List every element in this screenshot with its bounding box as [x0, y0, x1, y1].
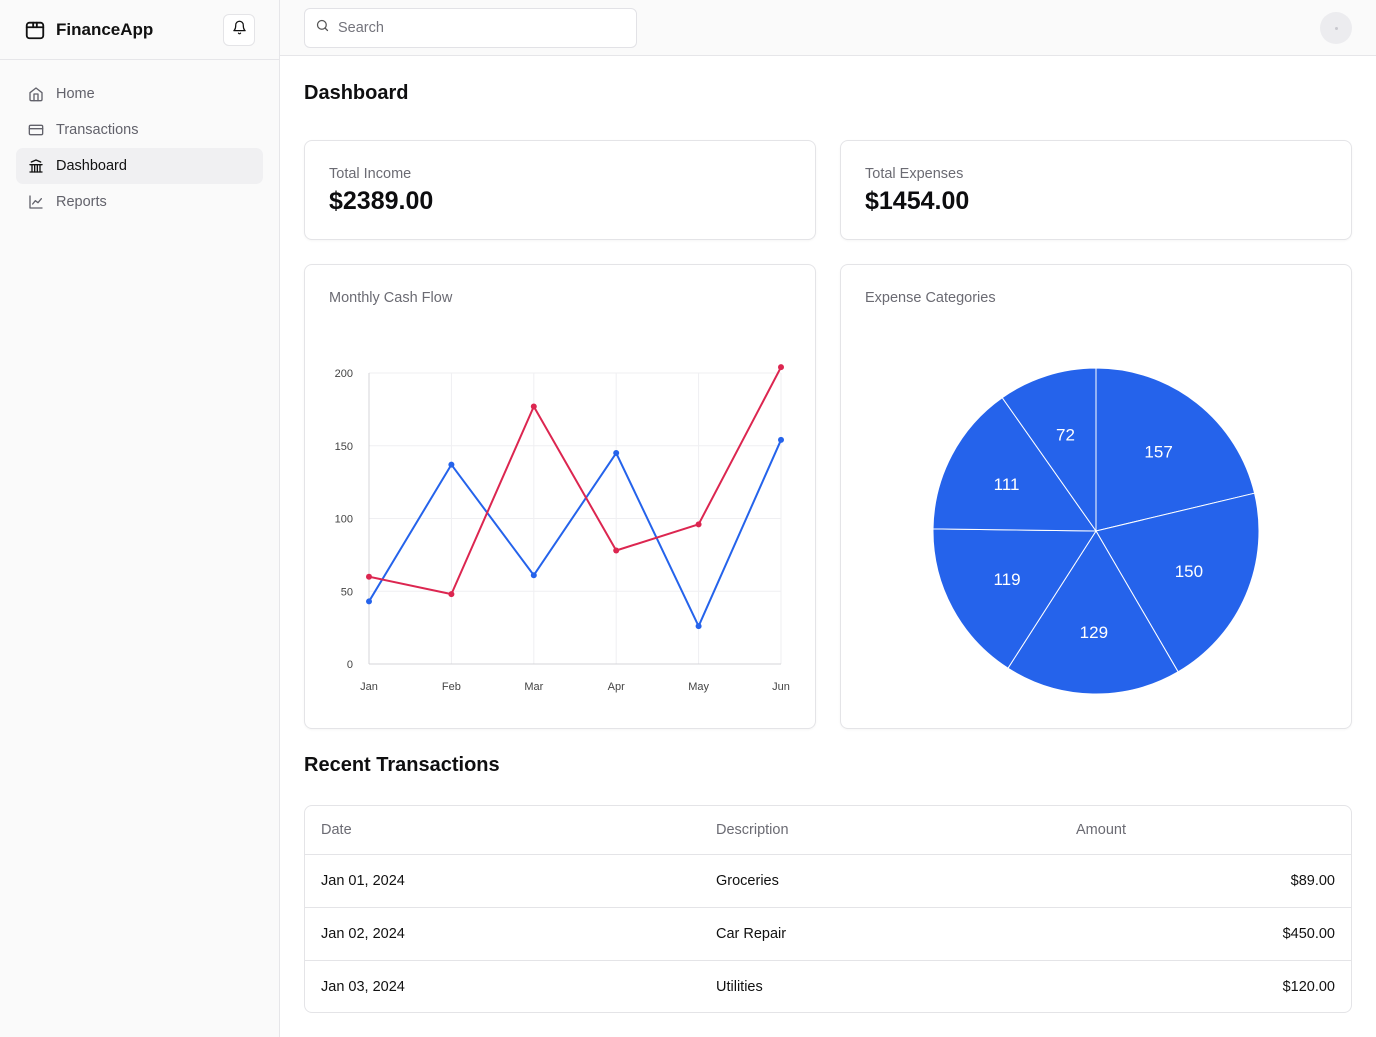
sidebar-item-label: Dashboard [56, 158, 127, 174]
cell-date: Jan 01, 2024 [305, 854, 700, 908]
data-point [366, 598, 372, 605]
line-chart-icon [28, 194, 44, 210]
cash-flow-line-chart: 0 50 100 150 200 Jan Feb Mar Apr May Jun [335, 364, 790, 693]
sidebar-item-label: Reports [56, 194, 107, 210]
column-header-description[interactable]: Description [700, 806, 1060, 855]
x-tick-label: Jun [772, 681, 790, 693]
data-point [695, 521, 702, 528]
series-line-2 [368, 366, 782, 596]
search-input[interactable] [338, 20, 618, 36]
stat-label: Total Income [329, 166, 412, 182]
bank-icon [28, 158, 44, 174]
data-point [530, 403, 537, 410]
sidebar-item-label: Transactions [56, 122, 139, 138]
data-point [448, 461, 455, 468]
expense-categories-pie-chart: 157 150 129 119 111 72 [932, 367, 1260, 695]
main-content: Dashboard Total Income $2389.00 Total Ex… [280, 0, 1376, 1037]
avatar[interactable] [1320, 12, 1352, 44]
total-expenses-card: Total Expenses $1454.00 [840, 140, 1352, 240]
page-title: Dashboard [304, 82, 409, 104]
app-name: FinanceApp [56, 19, 154, 39]
data-point [530, 572, 537, 579]
y-tick-label: 50 [341, 586, 353, 598]
y-tick-label: 0 [347, 659, 353, 671]
stat-value: $1454.00 [865, 187, 970, 215]
bell-icon [232, 20, 247, 40]
table-row[interactable]: Jan 01, 2024 Groceries $89.00 [305, 854, 1351, 908]
stat-label: Total Expenses [865, 166, 964, 182]
data-point [448, 591, 455, 598]
cell-amount: $450.00 [1060, 907, 1351, 961]
table-row[interactable]: Jan 02, 2024 Car Repair $450.00 [305, 907, 1351, 961]
cell-date: Jan 02, 2024 [305, 907, 700, 961]
cell-date: Jan 03, 2024 [321, 978, 405, 995]
x-tick-label: Jan [360, 681, 378, 693]
y-tick-label: 150 [335, 441, 353, 453]
stat-value: $2389.00 [329, 187, 434, 215]
search-box[interactable] [304, 8, 637, 48]
table-header-row: Date Description Amount [305, 806, 1351, 855]
recent-transactions-title: Recent Transactions [304, 754, 500, 776]
cell-description: Car Repair [700, 907, 1060, 961]
data-point [778, 364, 784, 371]
data-point [613, 450, 620, 457]
sidebar-item-dashboard[interactable]: Dashboard [16, 148, 263, 184]
x-tick-label: Feb [442, 681, 461, 693]
pie-slice-label: 129 [1080, 623, 1108, 642]
package-icon [24, 19, 46, 41]
sidebar: FinanceApp Home Transactions Dashboard R… [0, 0, 280, 1037]
cash-flow-card: Monthly Cash Flow 0 50 100 150 200 Jan Feb Mar A… [304, 264, 816, 729]
data-point [366, 573, 372, 580]
sidebar-nav: Home Transactions Dashboard Reports [0, 60, 279, 236]
cell-amount: $89.00 [1060, 854, 1351, 908]
data-point [613, 547, 620, 554]
sidebar-item-home[interactable]: Home [16, 76, 263, 112]
series-line-1 [368, 439, 782, 628]
y-tick-label: 100 [335, 514, 353, 526]
x-tick-label: Mar [524, 681, 543, 693]
y-tick-label: 200 [335, 368, 353, 380]
cell-description: Utilities [716, 978, 763, 995]
data-point [695, 623, 702, 630]
pie-slice-label: 72 [1056, 426, 1075, 445]
search-icon [315, 18, 330, 38]
total-income-card: Total Income $2389.00 [304, 140, 816, 240]
sidebar-header: FinanceApp [0, 0, 279, 60]
credit-card-icon [28, 122, 44, 138]
x-tick-label: Apr [608, 681, 625, 693]
pie-slice-label: 157 [1144, 443, 1172, 462]
transactions-table: Date Description Amount Jan 01, 2024 Gro… [304, 805, 1352, 1013]
data-point [778, 436, 784, 443]
expense-categories-card: Expense Categories 157 150 129 119 111 72 [840, 264, 1352, 729]
sidebar-item-reports[interactable]: Reports [16, 184, 263, 220]
column-header-date[interactable]: Date [305, 806, 700, 855]
sidebar-item-transactions[interactable]: Transactions [16, 112, 263, 148]
cell-description: Groceries [700, 854, 1060, 908]
pie-slice-label: 119 [993, 570, 1020, 589]
pie-slice-label: 150 [1175, 562, 1203, 581]
sidebar-item-label: Home [56, 86, 95, 102]
table-row[interactable]: Jan 03, 2024 Utilities $120.00 [305, 960, 1351, 1012]
pie-slice-label: 111 [994, 475, 1020, 494]
column-header-amount[interactable]: Amount [1060, 806, 1351, 855]
topbar [280, 0, 1376, 56]
avatar-dot [1334, 26, 1338, 30]
cell-amount: $120.00 [1282, 978, 1335, 995]
notifications-button[interactable] [223, 14, 255, 46]
x-tick-label: May [688, 681, 709, 693]
home-icon [28, 86, 44, 102]
